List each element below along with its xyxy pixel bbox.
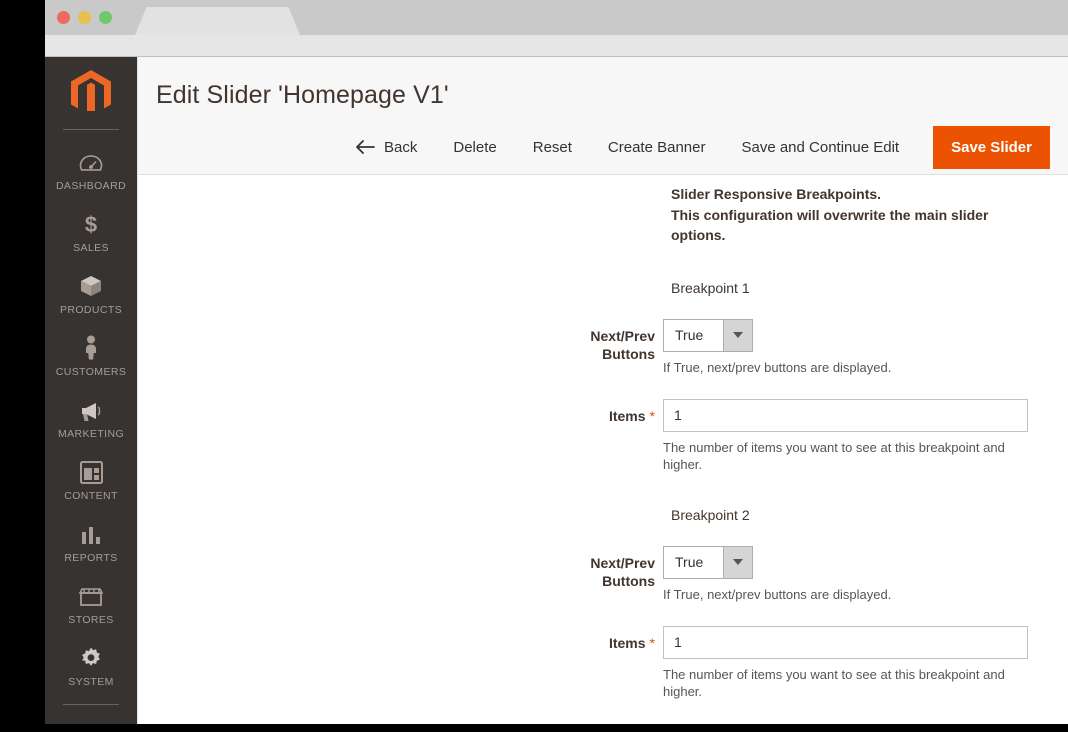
responsive-breakpoints-notice: Slider Responsive Breakpoints. This conf… (671, 184, 1021, 246)
reset-button[interactable]: Reset (533, 139, 572, 156)
sidebar-item-content[interactable]: CONTENT (45, 450, 137, 512)
dollar-icon: $ (81, 210, 101, 236)
create-banner-button-label: Create Banner (608, 139, 706, 156)
sidebar-item-label: REPORTS (64, 552, 117, 564)
sidebar-item-sales[interactable]: $ SALES (45, 202, 137, 264)
breakpoint-2-nav-value: True (664, 547, 723, 578)
breakpoint-1-items-label: Items* (138, 399, 663, 425)
breakpoint-2-nav-row: Next/Prev Buttons True If True, next/pre… (138, 546, 1068, 603)
breakpoint-2-nav-select[interactable]: True (663, 546, 753, 579)
maximize-window-button[interactable] (99, 11, 112, 24)
breakpoint-1-items-hint: The number of items you want to see at t… (663, 439, 1008, 473)
page-header: Edit Slider 'Homepage V1' Back Delete Re… (138, 57, 1068, 175)
items-label-text: Items (609, 635, 646, 651)
browser-window: DASHBOARD $ SALES PRODUCTS CUSTOMERS (45, 0, 1068, 724)
sidebar-item-dashboard[interactable]: DASHBOARD (45, 140, 137, 202)
browser-tab[interactable] (135, 7, 300, 35)
close-window-button[interactable] (57, 11, 70, 24)
window-controls (57, 11, 112, 24)
megaphone-icon (78, 396, 104, 422)
save-and-continue-button[interactable]: Save and Continue Edit (741, 139, 899, 156)
chevron-down-icon[interactable] (723, 547, 752, 578)
breakpoint-2-nav-label: Next/Prev Buttons (138, 546, 663, 590)
breakpoint-2-items-row: Items* The number of items you want to s… (138, 626, 1068, 700)
reset-button-label: Reset (533, 139, 572, 156)
svg-text:$: $ (85, 212, 97, 236)
items-label-text: Items (609, 408, 646, 424)
save-slider-button-label: Save Slider (951, 139, 1032, 156)
box-icon (79, 272, 103, 298)
admin-sidebar: DASHBOARD $ SALES PRODUCTS CUSTOMERS (45, 57, 137, 724)
sidebar-item-products[interactable]: PRODUCTS (45, 264, 137, 326)
admin-app: DASHBOARD $ SALES PRODUCTS CUSTOMERS (45, 57, 1068, 724)
sidebar-item-label: PRODUCTS (60, 304, 122, 316)
sidebar-item-label: STORES (68, 614, 113, 626)
sidebar-item-label: CONTENT (64, 490, 118, 502)
notice-line-2: This configuration will overwrite the ma… (671, 205, 1021, 246)
breakpoint-1-nav-row: Next/Prev Buttons True If True, next/pre… (138, 319, 1068, 376)
save-and-continue-button-label: Save and Continue Edit (741, 139, 899, 156)
sidebar-item-label: CUSTOMERS (56, 366, 127, 378)
breakpoint-2-nav-control: True If True, next/prev buttons are disp… (663, 546, 1068, 603)
breakpoint-1-items-row: Items* The number of items you want to s… (138, 399, 1068, 473)
delete-button-label: Delete (453, 139, 496, 156)
breakpoint-1-nav-value: True (664, 320, 723, 351)
page-actions: Back Delete Reset Create Banner Save and… (156, 124, 1050, 170)
form-content: Slider Responsive Breakpoints. This conf… (138, 175, 1068, 724)
breakpoint-1-nav-control: True If True, next/prev buttons are disp… (663, 319, 1068, 376)
sidebar-item-extensions[interactable] (45, 713, 137, 724)
sidebar-item-label: MARKETING (58, 428, 124, 440)
breakpoint-2-items-input[interactable] (663, 626, 1028, 659)
person-icon (82, 334, 100, 360)
sidebar-item-label: SYSTEM (68, 676, 114, 688)
sidebar-item-stores[interactable]: STORES (45, 574, 137, 636)
notice-line-1: Slider Responsive Breakpoints. (671, 184, 1021, 205)
layout-icon (80, 458, 103, 484)
required-marker: * (650, 408, 655, 424)
sidebar-item-label: SALES (73, 242, 109, 254)
magento-logo-icon (71, 70, 111, 116)
sidebar-item-reports[interactable]: REPORTS (45, 512, 137, 574)
breakpoint-2-items-label: Items* (138, 626, 663, 652)
create-banner-button[interactable]: Create Banner (608, 139, 706, 156)
delete-button[interactable]: Delete (453, 139, 496, 156)
chevron-down-icon[interactable] (723, 320, 752, 351)
breakpoint-1-title: Breakpoint 1 (671, 280, 1068, 296)
sidebar-item-marketing[interactable]: MARKETING (45, 388, 137, 450)
magento-logo[interactable] (45, 57, 137, 129)
sidebar-item-system[interactable]: SYSTEM (45, 636, 137, 698)
browser-tab-bar (45, 0, 1068, 35)
main-column: Edit Slider 'Homepage V1' Back Delete Re… (137, 57, 1068, 724)
nav-label-line-2: ttons (621, 573, 655, 589)
breakpoint-1-items-input[interactable] (663, 399, 1028, 432)
browser-toolbar (45, 35, 1068, 57)
arrow-left-icon (355, 140, 375, 154)
gear-icon (79, 644, 103, 670)
sidebar-item-customers[interactable]: CUSTOMERS (45, 326, 137, 388)
minimize-window-button[interactable] (78, 11, 91, 24)
back-button[interactable]: Back (355, 139, 417, 156)
sidebar-item-label: DASHBOARD (56, 180, 126, 192)
breakpoint-2-items-control: The number of items you want to see at t… (663, 626, 1068, 700)
page-title: Edit Slider 'Homepage V1' (156, 81, 1050, 110)
breakpoint-2-items-hint: The number of items you want to see at t… (663, 666, 1008, 700)
nav-label-line-2: ttons (621, 346, 655, 362)
storefront-icon (78, 582, 104, 608)
sidebar-divider (63, 129, 119, 130)
breakpoint-1-items-control: The number of items you want to see at t… (663, 399, 1068, 473)
breakpoint-1-nav-label: Next/Prev Buttons (138, 319, 663, 363)
required-marker: * (650, 635, 655, 651)
extensions-icon (78, 721, 104, 724)
save-slider-button[interactable]: Save Slider (933, 126, 1050, 169)
sidebar-divider-lower (63, 704, 119, 705)
bar-chart-icon (79, 520, 103, 546)
breakpoint-2-title: Breakpoint 2 (671, 507, 1068, 523)
breakpoint-1-nav-select[interactable]: True (663, 319, 753, 352)
breakpoint-1-nav-hint: If True, next/prev buttons are displayed… (663, 359, 1008, 376)
dashboard-icon (79, 148, 103, 174)
breakpoint-2-nav-hint: If True, next/prev buttons are displayed… (663, 586, 1008, 603)
back-button-label: Back (384, 139, 417, 156)
